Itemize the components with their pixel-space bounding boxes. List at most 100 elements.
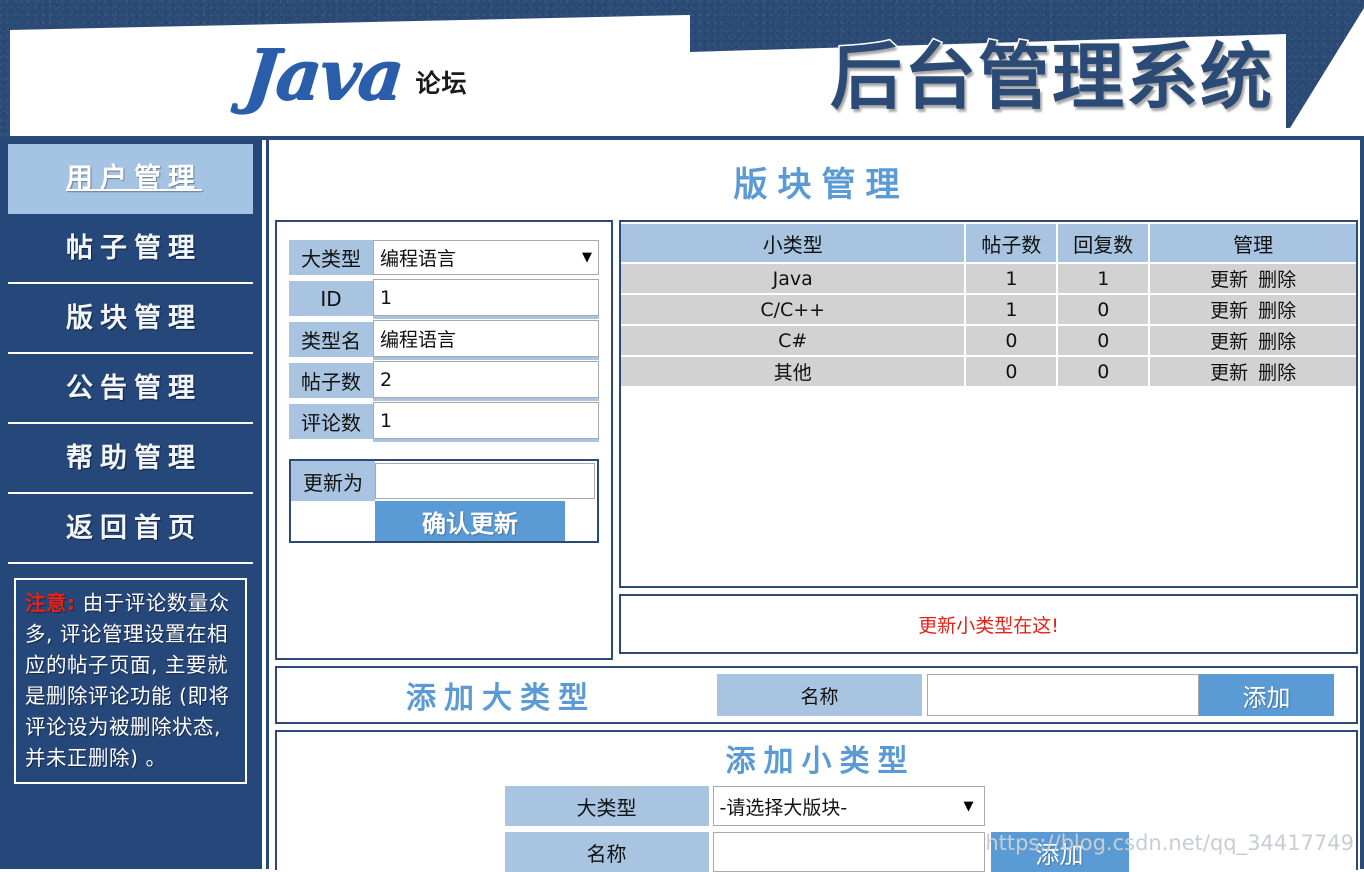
update-link[interactable]: 更新 (1210, 331, 1248, 353)
sidebar-item-announcement-management[interactable]: 公告管理 (8, 354, 253, 424)
add-subtype-bigtype-value: -请选择大版块- (719, 796, 848, 819)
update-link[interactable]: 更新 (1210, 300, 1248, 322)
cell-post-count: 0 (966, 357, 1059, 386)
sidebar-notice: 注意: 由于评论数量众多, 评论管理设置在相应的帖子页面, 主要就是删除评论功能… (14, 578, 247, 784)
update-to-label: 更新为 (291, 461, 375, 501)
update-link[interactable]: 更新 (1210, 362, 1248, 384)
bigtype-edit-panel: 大类型 编程语言 ▼ ID 1 类型名 编程语言 帖子数 2 评论数 1 更新为… (275, 220, 613, 660)
commentcount-input[interactable]: 1 (373, 402, 599, 439)
delete-link[interactable]: 删除 (1258, 300, 1296, 322)
update-block: 更新为 确认更新 (289, 459, 599, 543)
sidebar: 用户管理 帖子管理 版块管理 公告管理 帮助管理 返回首页 注意: 由于评论数量… (0, 140, 262, 869)
update-row: 更新为 (291, 461, 597, 501)
form-row-id: ID 1 (289, 279, 599, 316)
delete-link[interactable]: 删除 (1258, 362, 1296, 384)
site-header: Java 论坛 后台管理系统 (0, 0, 1364, 140)
form-row-commentcount: 评论数 1 (289, 402, 599, 439)
update-link[interactable]: 更新 (1210, 269, 1248, 291)
update-subtype-hint: 更新小类型在这! (619, 594, 1358, 654)
sidebar-item-user-management[interactable]: 用户管理 (8, 144, 253, 214)
right-edge-border (1360, 140, 1364, 869)
bigtype-select[interactable]: 编程语言 ▼ (373, 240, 599, 275)
form-row-typename: 类型名 编程语言 (289, 320, 599, 357)
add-bigtype-section: 添加大类型 名称 添加 (275, 666, 1358, 724)
bigtype-select-value: 编程语言 (380, 248, 457, 270)
add-subtype-name-row: 名称 添加 (277, 832, 1356, 872)
sidebar-item-help-management[interactable]: 帮助管理 (8, 424, 253, 494)
add-bigtype-button[interactable]: 添加 (1199, 674, 1334, 716)
cell-manage: 更新 删除 (1150, 326, 1356, 355)
cell-subtype-name: C# (621, 326, 967, 355)
subtype-table-head: 小类型 帖子数 回复数 管理 (621, 224, 1356, 262)
update-to-input[interactable] (375, 463, 595, 499)
table-header-row: 小类型 帖子数 回复数 管理 (621, 224, 1356, 262)
content-row: 大类型 编程语言 ▼ ID 1 类型名 编程语言 帖子数 2 评论数 1 更新为… (275, 220, 1358, 660)
sidebar-item-back-home[interactable]: 返回首页 (8, 494, 253, 564)
subtype-panel: 小类型 帖子数 回复数 管理 Java 1 1 更新 删除 C/C++ 1 0 … (619, 220, 1358, 660)
delete-link[interactable]: 删除 (1258, 331, 1296, 353)
chevron-down-icon: ▼ (582, 250, 592, 265)
cell-subtype-name: C/C++ (621, 295, 967, 324)
table-row: C/C++ 1 0 更新 删除 (621, 295, 1356, 324)
cell-reply-count: 0 (1058, 357, 1151, 386)
delete-link[interactable]: 删除 (1258, 269, 1296, 291)
form-row-bigtype: 大类型 编程语言 ▼ (289, 240, 599, 275)
subtype-table: 小类型 帖子数 回复数 管理 Java 1 1 更新 删除 C/C++ 1 0 … (621, 222, 1356, 388)
table-row: 其他 0 0 更新 删除 (621, 357, 1356, 386)
cell-post-count: 1 (966, 264, 1059, 293)
header-postcount: 帖子数 (966, 224, 1059, 262)
header-replycount: 回复数 (1058, 224, 1151, 262)
add-subtype-title: 添加小类型 (725, 744, 916, 779)
sidebar-nav: 用户管理 帖子管理 版块管理 公告管理 帮助管理 返回首页 (8, 144, 253, 564)
subtype-table-body: Java 1 1 更新 删除 C/C++ 1 0 更新 删除 C# 0 0 更新… (621, 264, 1356, 386)
main-content: 版块管理 大类型 编程语言 ▼ ID 1 类型名 编程语言 帖子数 2 评论数 … (266, 140, 1364, 872)
chevron-down-icon: ▼ (963, 798, 974, 814)
page-title: 版块管理 (733, 165, 910, 205)
add-subtype-name-label: 名称 (504, 832, 709, 872)
logo-forum-text: 论坛 (415, 69, 468, 98)
table-row: Java 1 1 更新 删除 (621, 264, 1356, 293)
cell-post-count: 0 (966, 326, 1059, 355)
id-input[interactable]: 1 (373, 279, 599, 316)
cell-reply-count: 0 (1058, 326, 1151, 355)
site-logo[interactable]: Java 论坛 (241, 33, 468, 116)
cell-reply-count: 1 (1058, 264, 1151, 293)
cell-reply-count: 0 (1058, 295, 1151, 324)
add-bigtype-name-label: 名称 (717, 674, 922, 716)
add-subtype-bigtype-row: 大类型 -请选择大版块- ▼ (277, 786, 1356, 826)
cell-post-count: 1 (966, 295, 1059, 324)
header-manage: 管理 (1150, 224, 1356, 262)
add-subtype-button[interactable]: 添加 (990, 832, 1129, 872)
update-spacer (291, 501, 375, 541)
id-label: ID (289, 281, 373, 316)
sidebar-item-post-management[interactable]: 帖子管理 (8, 214, 253, 284)
cell-manage: 更新 删除 (1150, 264, 1356, 293)
add-subtype-bigtype-select[interactable]: -请选择大版块- ▼ (712, 786, 985, 826)
add-bigtype-title: 添加大类型 (406, 681, 596, 716)
logo-java-text: Java (240, 33, 406, 116)
form-row-postcount: 帖子数 2 (289, 361, 599, 398)
subtype-table-wrap: 小类型 帖子数 回复数 管理 Java 1 1 更新 删除 C/C++ 1 0 … (619, 220, 1358, 588)
header-title: 后台管理系统 (828, 34, 1275, 121)
cell-manage: 更新 删除 (1150, 295, 1356, 324)
add-subtype-name-input[interactable] (712, 832, 985, 872)
update-button-row: 确认更新 (291, 501, 597, 541)
bigtype-label: 大类型 (289, 240, 373, 275)
postcount-input[interactable]: 2 (373, 361, 599, 398)
confirm-update-button[interactable]: 确认更新 (375, 501, 565, 541)
commentcount-label: 评论数 (289, 404, 373, 439)
header-subtype: 小类型 (621, 224, 967, 262)
notice-label: 注意: (25, 591, 76, 615)
table-row: C# 0 0 更新 删除 (621, 326, 1356, 355)
cell-manage: 更新 删除 (1150, 357, 1356, 386)
add-subtype-bigtype-label: 大类型 (504, 786, 709, 826)
postcount-label: 帖子数 (289, 363, 373, 398)
typename-input[interactable]: 编程语言 (373, 320, 599, 357)
cell-subtype-name: Java (621, 264, 967, 293)
typename-label: 类型名 (289, 322, 373, 357)
cell-subtype-name: 其他 (621, 357, 967, 386)
add-subtype-section: 添加小类型 大类型 -请选择大版块- ▼ 名称 添加 (275, 730, 1358, 872)
sidebar-item-board-management[interactable]: 版块管理 (8, 284, 253, 354)
add-bigtype-name-input[interactable] (927, 674, 1199, 716)
notice-text: 由于评论数量众多, 评论管理设置在相应的帖子页面, 主要就是删除评论功能 (即将… (25, 591, 230, 770)
